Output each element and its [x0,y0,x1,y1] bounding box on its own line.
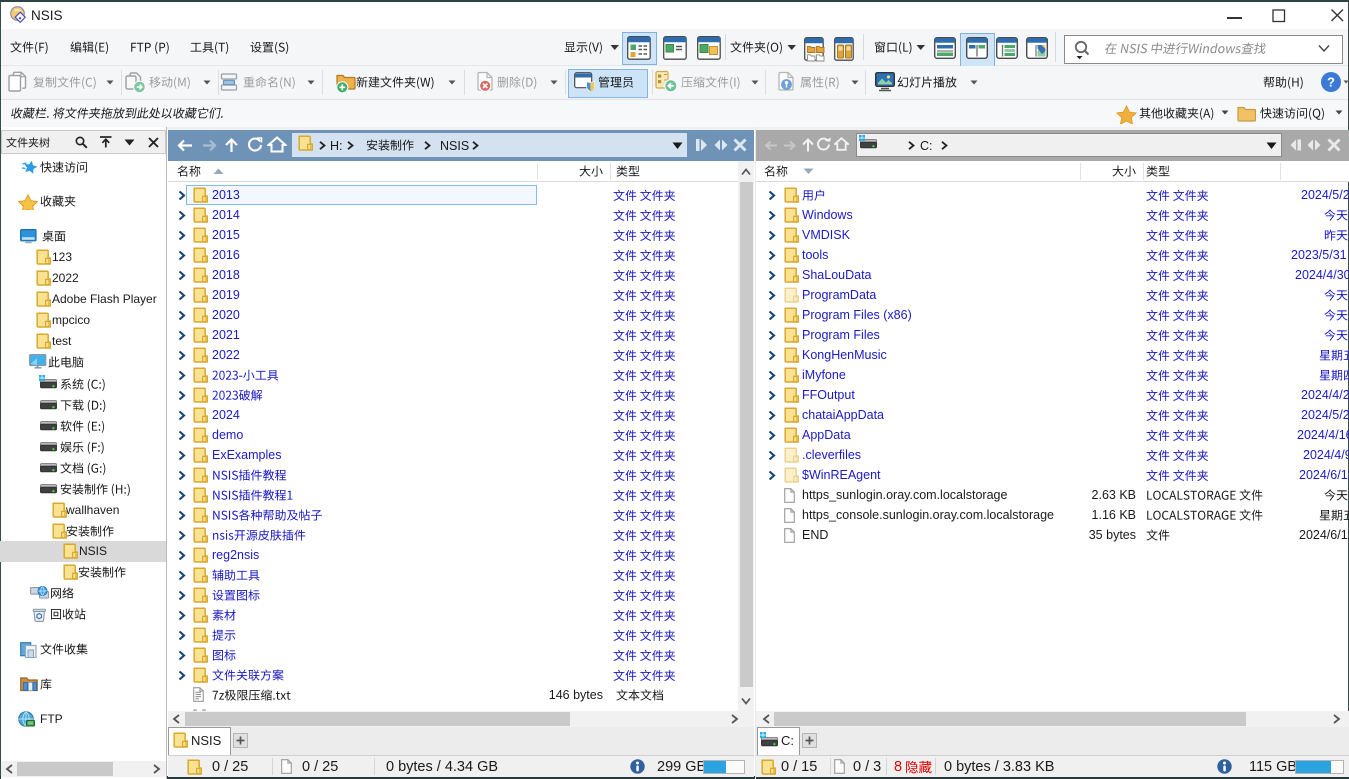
svg-text:?: ? [1327,75,1335,90]
